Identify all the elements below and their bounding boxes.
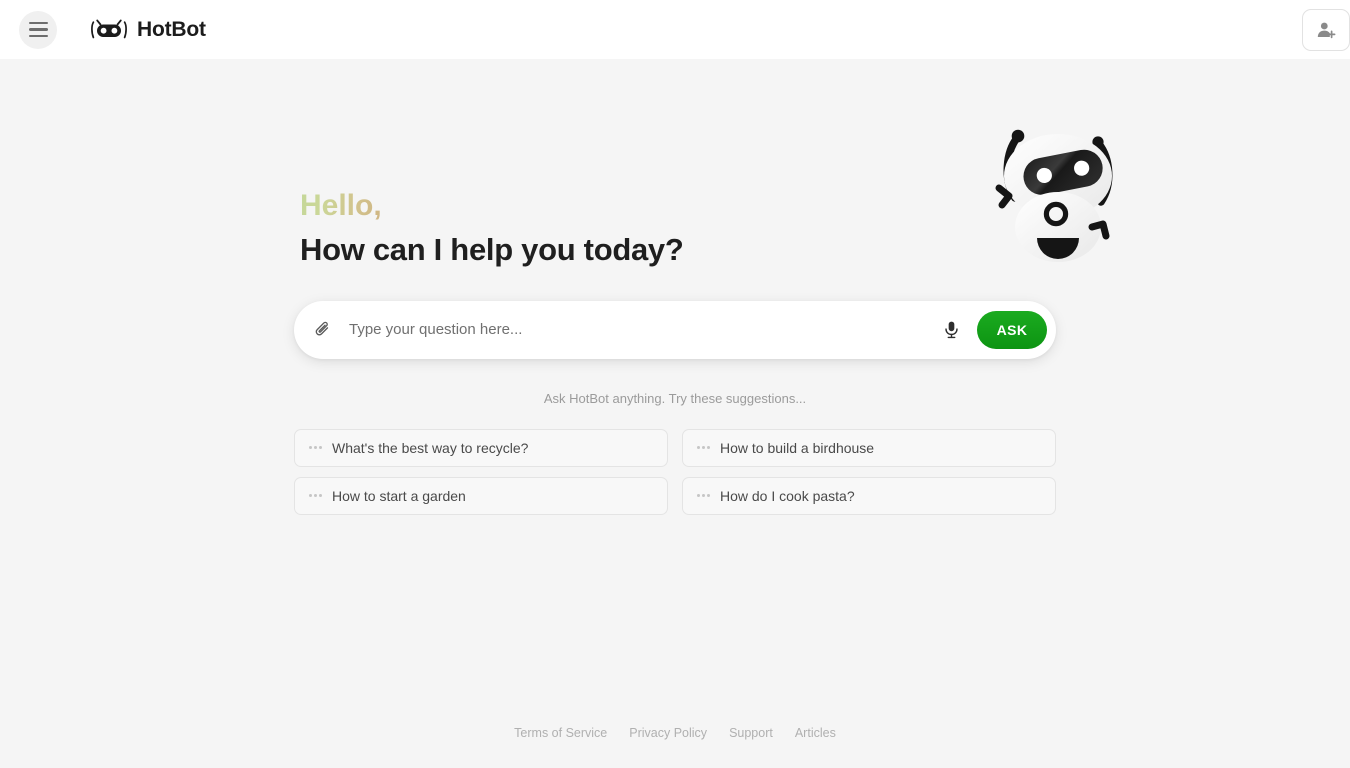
account-add-button[interactable] (1302, 8, 1350, 51)
footer-links: Terms of Service Privacy Policy Support … (0, 726, 1350, 740)
search-input[interactable] (337, 300, 936, 359)
dots-icon (697, 494, 710, 498)
suggestion-chip-label: How to build a birdhouse (720, 439, 875, 456)
brand[interactable]: HotBot (90, 17, 206, 43)
suggestion-chip-label: What's the best way to recycle? (332, 439, 529, 456)
suggestion-chip[interactable]: How do I cook pasta? (682, 476, 1056, 515)
dots-icon (309, 446, 322, 450)
main-content: Hello, How can I help you today? ASK (0, 59, 1350, 768)
dots-icon (309, 494, 322, 498)
suggestion-chip[interactable]: How to build a birdhouse (682, 428, 1056, 467)
suggestion-chip-label: How do I cook pasta? (720, 487, 855, 504)
hotbot-robot-logo-icon (91, 19, 127, 38)
page-title: How can I help you today? (300, 231, 684, 267)
brand-name: HotBot (137, 17, 206, 41)
microphone-icon (944, 321, 958, 339)
footer-link-support[interactable]: Support (729, 726, 773, 740)
ask-button[interactable]: ASK (977, 310, 1047, 349)
hamburger-menu-icon (28, 21, 48, 25)
footer-link-privacy[interactable]: Privacy Policy (629, 726, 707, 740)
voice-input-button[interactable] (936, 315, 966, 345)
app-header: HotBot (0, 0, 1350, 59)
suggestion-chip-label: How to start a garden (332, 487, 466, 504)
hamburger-menu-icon (28, 28, 48, 31)
suggestion-chips: What's the best way to recycle? How to b… (294, 428, 1056, 515)
footer-link-articles[interactable]: Articles (795, 726, 836, 740)
suggestion-chip[interactable]: How to start a garden (294, 476, 668, 515)
hamburger-menu-button[interactable] (19, 10, 57, 49)
paperclip-icon (315, 321, 328, 336)
hero-section: Hello, How can I help you today? (289, 129, 1113, 269)
footer-link-terms[interactable]: Terms of Service (514, 726, 607, 740)
suggestions-caption: Ask HotBot anything. Try these suggestio… (543, 390, 807, 406)
greeting-text: Hello, (289, 189, 382, 224)
person-add-icon (1317, 22, 1336, 38)
content-column: Hello, How can I help you today? ASK (0, 59, 1350, 515)
hamburger-menu-icon (28, 34, 48, 38)
suggestion-chip[interactable]: What's the best way to recycle? (294, 428, 668, 467)
dots-icon (697, 446, 710, 450)
attach-file-button[interactable] (309, 316, 337, 344)
search-bar: ASK (294, 300, 1056, 359)
